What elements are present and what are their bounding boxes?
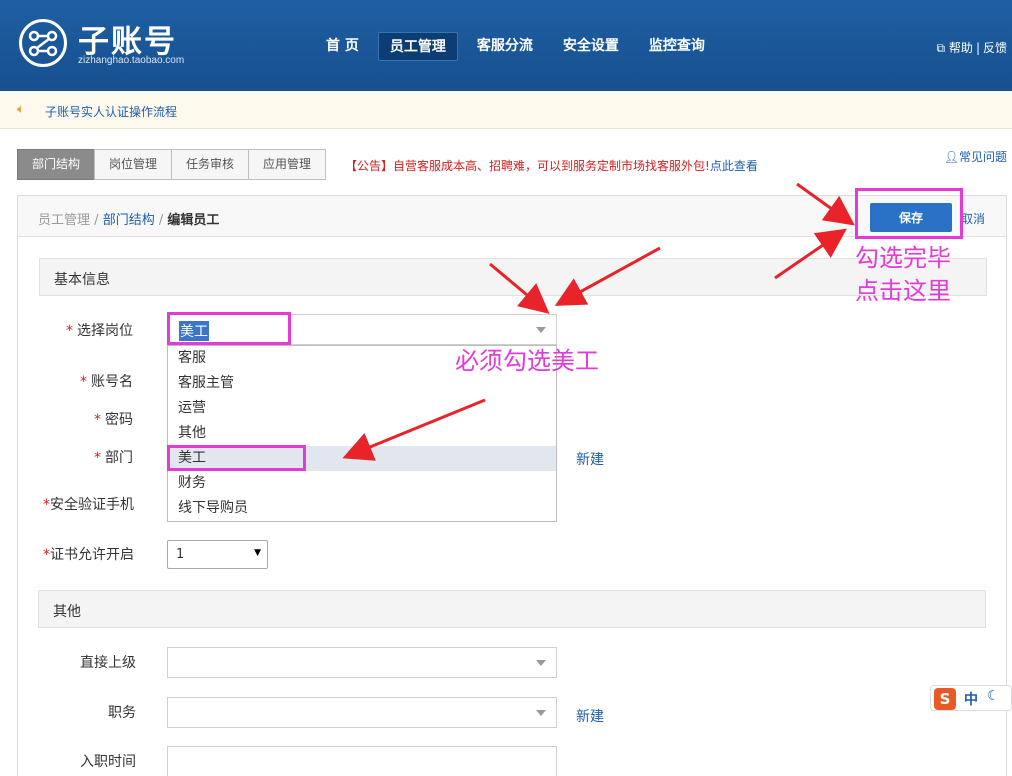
ime-toolbar[interactable]: S 中 ☾ <box>930 685 1012 711</box>
arrow-to-save-2 <box>774 228 847 280</box>
ime-lang[interactable]: 中 <box>964 689 978 709</box>
sogou-ime-icon: S <box>934 688 956 710</box>
arrow-to-save-1 <box>796 182 855 226</box>
arrow-to-dropdown-caret <box>554 246 661 306</box>
annotation-arrows <box>342 182 855 461</box>
arrow-to-designer-option <box>342 398 486 461</box>
moon-icon[interactable]: ☾ <box>987 688 1000 704</box>
arrow-to-position-select <box>489 262 550 314</box>
